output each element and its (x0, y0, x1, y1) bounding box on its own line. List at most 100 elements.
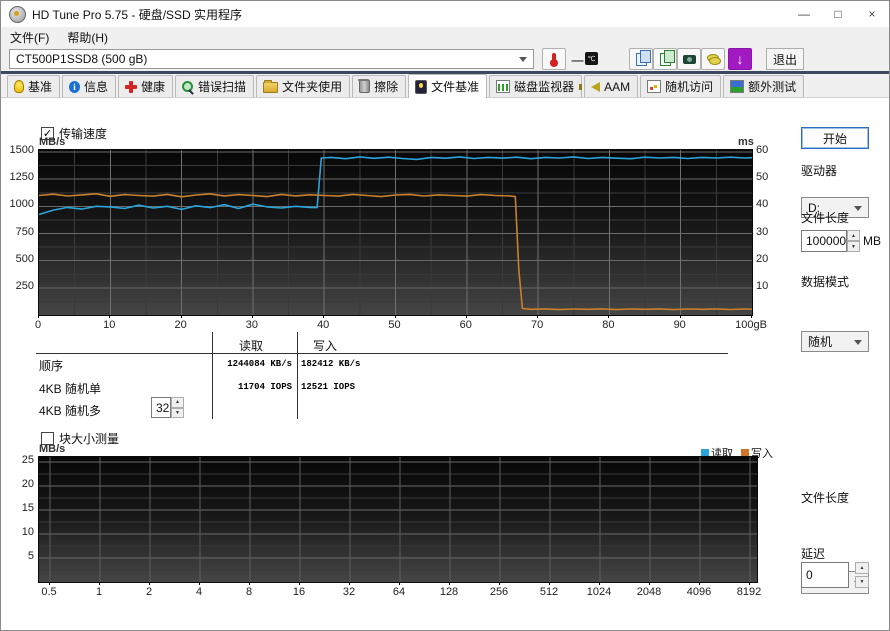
table-divider (297, 332, 298, 419)
tab-label: 错误扫描 (198, 80, 247, 94)
speaker-icon (579, 81, 601, 92)
disk-monitor-icon (496, 80, 511, 93)
menubar: 文件(F) 帮助(H) (1, 27, 889, 47)
drive-label: 驱动器 (801, 164, 838, 178)
table-header-read: 读取 (239, 339, 264, 353)
close-icon: × (868, 7, 876, 21)
drive-select-combobox[interactable]: CT500P1SSD8 (500 gB) (9, 49, 534, 69)
download-arrow-icon: ↓ (736, 51, 744, 67)
titlebar: HD Tune Pro 5.75 - 硬盘/SSD 实用程序 — □ × (1, 1, 889, 27)
read-sequential-value: 1244084 KB/s (227, 359, 292, 369)
transfer-speed-plot-svg (38, 150, 753, 315)
transfer-speed-chart (38, 149, 753, 316)
table-row-label: 4KB 随机单 (39, 382, 102, 396)
table-row-label: 4KB 随机多 (39, 404, 102, 418)
exit-button[interactable]: 退出 (766, 48, 804, 70)
info-icon (69, 80, 81, 93)
chevron-down-icon (854, 339, 862, 345)
block-size-checkbox-label: 块大小测量 (59, 432, 120, 446)
spin-down-button[interactable]: ▼ (847, 241, 860, 252)
tab-bar: 基准 信息 健康 错误扫描 文件夹使用 擦除 文件基准 磁盘监视器 AAM 随机访问 额外测试 (1, 74, 889, 98)
copy-image-icon (659, 49, 675, 66)
tab-erase[interactable]: 擦除 (352, 75, 407, 97)
tab-label: 额外测试 (748, 80, 797, 94)
tab-info[interactable]: 信息 (62, 75, 117, 97)
bottom-chart-axis-unit: MB/s (39, 443, 66, 455)
tab-health[interactable]: 健康 (118, 75, 174, 97)
block-size-plot-svg (39, 457, 757, 582)
data-mode-label: 数据模式 (801, 275, 850, 289)
extra-tests-icon (730, 80, 745, 93)
file-length-spinner[interactable]: 100000 ▲ ▼ (801, 230, 860, 252)
delay-label: 延迟 (801, 547, 826, 561)
temperature-unit: ℃ (585, 52, 598, 65)
temperature-value: 一 (571, 54, 585, 69)
table-row-label: 顺序 (39, 359, 64, 373)
queue-depth-spinner[interactable]: 32 ▲ ▼ (151, 397, 184, 418)
thermometer-icon (550, 53, 558, 67)
spin-up-button[interactable]: ▲ (855, 562, 869, 574)
write-sequential-value: 182412 KB/s (301, 359, 361, 369)
tab-disk-monitor[interactable]: 磁盘监视器 (489, 75, 583, 97)
health-icon (125, 80, 138, 93)
file-length-unit: MB (863, 234, 881, 248)
save-icon (707, 54, 721, 65)
tab-aam[interactable]: AAM (579, 75, 639, 97)
copy-icon (635, 49, 651, 66)
tab-extra-tests[interactable]: 额外测试 (723, 75, 805, 97)
tab-benchmark[interactable]: 基准 (7, 75, 61, 97)
window-controls: — □ × (787, 1, 889, 27)
block-file-length-label: 文件长度 (801, 491, 850, 505)
tab-label: AAM (604, 79, 631, 94)
start-button[interactable]: 开始 (801, 127, 869, 149)
save-button[interactable] (701, 48, 725, 70)
tab-folder-usage[interactable]: 文件夹使用 (256, 75, 351, 97)
tab-label: 随机访问 (665, 80, 714, 94)
spin-down-button[interactable]: ▼ (171, 407, 184, 418)
close-button[interactable]: × (855, 1, 889, 27)
data-mode-value: 随机 (808, 335, 833, 349)
tab-file-benchmark[interactable]: 文件基准 (408, 74, 488, 98)
tab-label: 文件夹使用 (282, 80, 343, 94)
top-chart-right-axis-unit: ms (738, 136, 754, 148)
write-4kb-single-value: 12521 IOPS (301, 382, 356, 392)
tab-label: 信息 (84, 80, 109, 94)
table-divider (36, 353, 728, 354)
transfer-speed-checkbox-label: 传输速度 (59, 127, 108, 141)
menu-help[interactable]: 帮助(H) (58, 27, 117, 47)
minimize-button[interactable]: — (787, 1, 821, 27)
lightbulb-icon (14, 80, 24, 93)
spin-up-button[interactable]: ▲ (847, 230, 860, 241)
random-access-icon (647, 80, 662, 93)
spin-down-button[interactable]: ▼ (855, 576, 869, 588)
delay-input[interactable]: 0 (801, 562, 849, 588)
download-button[interactable]: ↓ (728, 48, 752, 70)
menu-file[interactable]: 文件(F) (1, 27, 58, 47)
window-title: HD Tune Pro 5.75 - 硬盘/SSD 实用程序 (32, 7, 243, 22)
table-header-write: 写入 (313, 339, 338, 353)
temperature-button[interactable] (542, 48, 566, 70)
delay-spinner[interactable]: ▲ ▼ (855, 562, 869, 588)
data-mode-combobox[interactable]: 随机 (801, 331, 869, 352)
tab-random-access[interactable]: 随机访问 (640, 75, 722, 97)
chevron-down-icon (854, 205, 862, 211)
block-size-chart (38, 456, 758, 583)
chevron-down-icon (519, 57, 527, 62)
copy-image-button[interactable] (653, 48, 677, 70)
spin-up-button[interactable]: ▲ (171, 397, 184, 408)
minimize-icon: — (798, 7, 810, 21)
magnifier-icon (182, 80, 194, 93)
table-divider (212, 332, 213, 419)
tab-label: 文件基准 (431, 80, 480, 94)
camera-icon (682, 54, 696, 64)
file-benchmark-icon (415, 79, 428, 94)
file-length-value[interactable]: 100000 (801, 230, 847, 252)
screenshot-button[interactable] (677, 48, 701, 70)
tab-label: 擦除 (374, 80, 399, 94)
queue-depth-value[interactable]: 32 (151, 397, 171, 418)
maximize-button[interactable]: □ (821, 1, 855, 27)
copy-text-button[interactable] (629, 48, 653, 70)
read-4kb-single-value: 11704 IOPS (237, 382, 292, 392)
app-icon (9, 5, 26, 23)
tab-error-scan[interactable]: 错误扫描 (175, 75, 255, 97)
